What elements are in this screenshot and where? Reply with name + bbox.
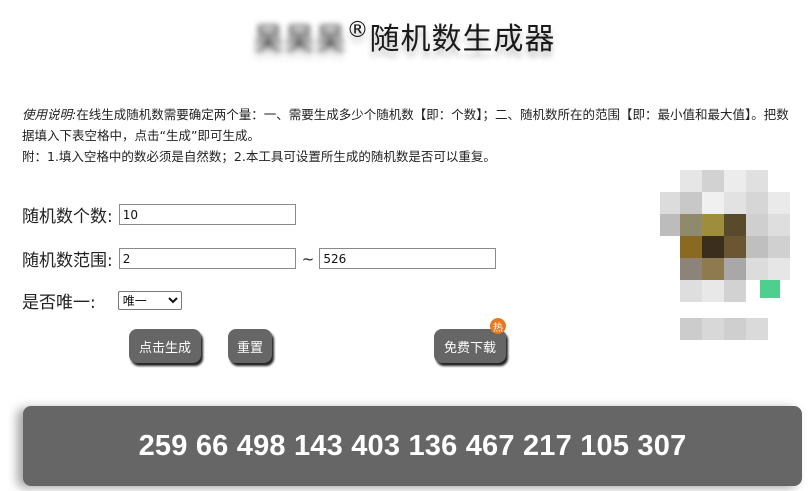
page: 吴吴吴®随机数生成器 使用说明:在线生成随机数需要确定两个量：一、需要生成多少个… (0, 0, 809, 491)
range-label: 随机数范围: (22, 251, 113, 271)
instructions-lead: 使用说明: (22, 107, 77, 122)
range-min-input[interactable] (118, 248, 296, 269)
range-row: 随机数范围: ~ (22, 246, 497, 271)
generate-button[interactable]: 点击生成 (129, 329, 201, 363)
count-row: 随机数个数: (22, 202, 296, 227)
page-title: 吴吴吴®随机数生成器 (0, 14, 809, 58)
registered-mark: ® (346, 18, 370, 43)
brand-name: 吴吴吴 (253, 22, 347, 57)
title-text: 随机数生成器 (369, 22, 556, 57)
result-panel: 259 66 498 143 403 136 467 217 105 307 (23, 406, 802, 486)
range-separator: ~ (301, 249, 315, 268)
instructions: 使用说明:在线生成随机数需要确定两个量：一、需要生成多少个随机数【即：个数】；二… (22, 104, 792, 167)
count-input[interactable] (118, 204, 296, 225)
hot-badge: 热 (490, 318, 506, 334)
count-label: 随机数个数: (22, 207, 113, 227)
instructions-line2: 附：1.填入空格中的数必须是自然数；2.本工具可设置所生成的随机数是否可以重复。 (22, 149, 496, 164)
reset-button[interactable]: 重置 (228, 329, 272, 363)
qr-code-icon (660, 170, 790, 340)
download-button[interactable]: 免费下载 (434, 329, 506, 363)
result-numbers: 259 66 498 143 403 136 467 217 105 307 (138, 429, 687, 462)
instructions-line1: 在线生成随机数需要确定两个量：一、需要生成多少个随机数【即：个数】；二、随机数所… (22, 107, 789, 143)
unique-label: 是否唯一: (22, 293, 96, 313)
range-max-input[interactable] (319, 248, 497, 269)
unique-row: 是否唯一: 唯一 (22, 288, 182, 313)
unique-select[interactable]: 唯一 (117, 291, 182, 310)
